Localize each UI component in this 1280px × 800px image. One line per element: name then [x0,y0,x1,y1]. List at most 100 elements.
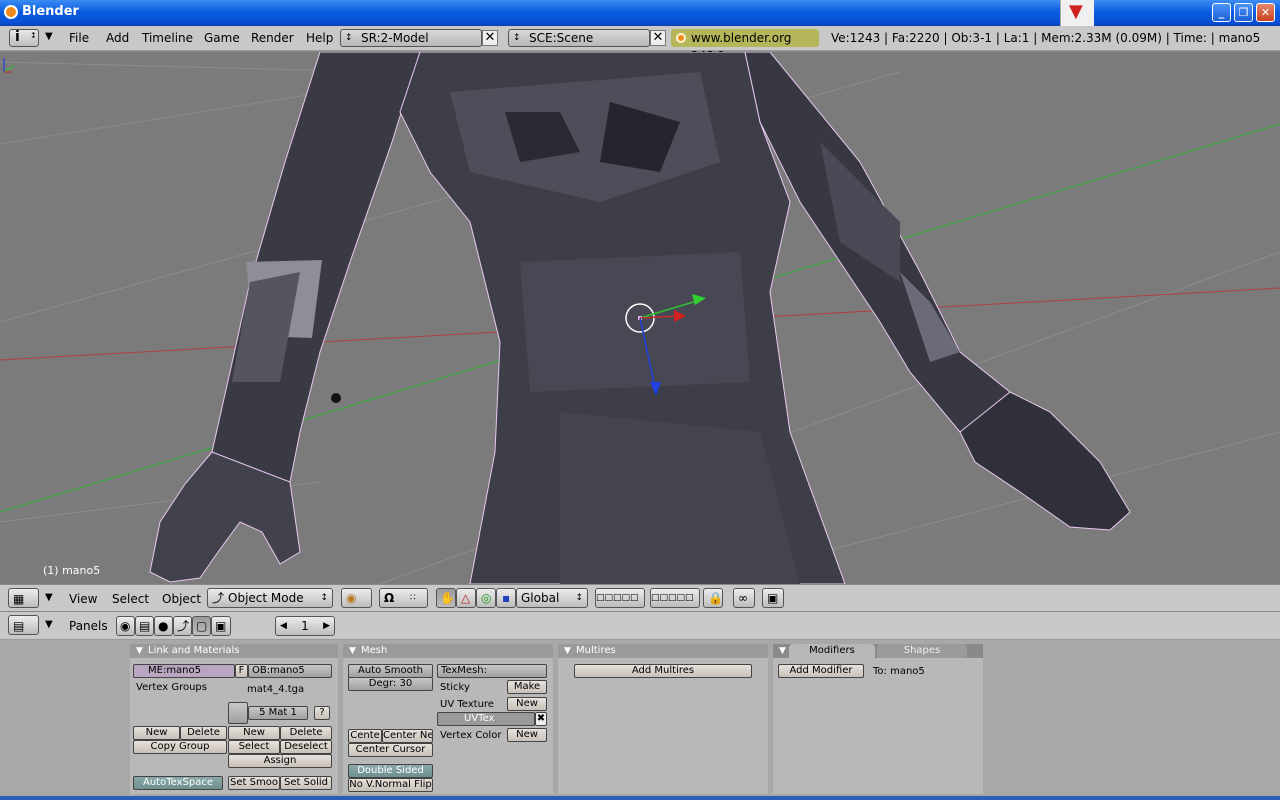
script-context-button[interactable]: ▤ [135,616,154,636]
translate-manipulator-button[interactable]: △ [456,588,476,608]
multires-panel: ▼ Multires Add Multires [558,644,768,794]
center-cursor-button[interactable]: Center Cursor [348,743,433,757]
collapse-menu-triangle-icon[interactable]: ▼ [45,592,53,603]
material-help-button[interactable]: ? [314,706,330,720]
axis-orientation-icon [3,58,15,73]
object-context-button[interactable]: ⤴ [173,616,192,636]
autotexspace-toggle[interactable]: AutoTexSpace [133,776,223,790]
material-color-swatch[interactable] [228,702,248,724]
menu-object[interactable]: Object [162,592,201,606]
sticky-label: Sticky [440,682,470,693]
minimize-button[interactable]: _ [1212,3,1231,22]
updown-arrows-icon: ↕ [345,33,353,43]
delete-screen-button[interactable]: ✕ [482,30,498,46]
uvtex-delete-button[interactable]: ✖ [535,712,547,726]
menu-select[interactable]: Select [112,592,149,606]
collapse-triangle-icon: ▼ [779,646,786,656]
object-name-field[interactable]: OB:mano5 [248,664,332,678]
menu-render[interactable]: Render [251,31,294,45]
menu-file[interactable]: File [69,31,89,45]
delete-scene-button[interactable]: ✕ [650,30,666,46]
layer-buttons-group-1[interactable]: □□□□□ [595,588,645,608]
uvtex-layer[interactable]: UVTex [437,712,535,726]
triangle-icon: △ [461,591,471,605]
material-delete-button[interactable]: Delete [280,726,332,740]
active-object-label: (1) mano5 [43,564,101,577]
material-assign-button[interactable]: Assign [228,754,332,768]
copy-group-button[interactable]: Copy Group [133,740,227,754]
add-modifier-button[interactable]: Add Modifier [778,664,864,678]
pivot-selector[interactable]: Ω ∷ [379,588,428,608]
mesh-datablock-field[interactable]: ME:mano5 [133,664,235,678]
orientation-selector[interactable]: Global ↕ [516,588,588,608]
scene-selector[interactable]: ↕ SCE:Scene [508,29,650,47]
tab-modifiers[interactable]: Modifiers [789,644,875,658]
menu-help[interactable]: Help [306,31,333,45]
vertex-color-new-button[interactable]: New [507,728,547,742]
material-index-field[interactable]: 5 Mat 1 [248,706,308,720]
restore-button[interactable]: ❐ [1234,3,1253,22]
sticky-make-button[interactable]: Make [507,680,547,694]
auto-smooth-toggle[interactable]: Auto Smooth [348,664,433,678]
frame-number-field[interactable]: ◀ 1 ▶ [275,616,335,636]
3d-view-header: ▦ ▼ View Select Object ⤴ Object Mode ↕ ◉… [0,584,1280,612]
editor-type-buttons-button[interactable]: ▤ [8,615,39,635]
material-new-button[interactable]: New [228,726,280,740]
no-vnormal-flip-toggle[interactable]: No V.Normal Flip [348,778,433,792]
editor-type-info-button[interactable]: i ↕ [9,29,39,47]
version-label[interactable]: www.blender.org 248.1 [671,29,819,63]
multires-panel-header[interactable]: ▼ Multires [558,644,768,658]
vertex-groups-label: Vertex Groups [136,682,207,693]
menu-add[interactable]: Add [106,31,129,45]
menu-timeline[interactable]: Timeline [142,31,193,45]
set-solid-button[interactable]: Set Solid [280,776,332,790]
3d-viewport[interactable]: (1) mano5 [0,52,1280,584]
uv-texture-new-button[interactable]: New [507,697,547,711]
collapse-menu-triangle-icon[interactable]: ▼ [45,619,53,630]
center-new-button[interactable]: Center Ne [382,729,433,743]
logic-context-button[interactable]: ◉ [116,616,135,636]
manipulator-toggle[interactable]: ✋ [436,588,456,608]
scene-context-button[interactable]: ▣ [211,616,231,636]
mode-selector-value: Object Mode [228,591,304,605]
square-icon: ▪ [502,591,511,605]
render-preview-button[interactable]: ∞ [733,588,755,608]
collapse-menu-triangle-icon[interactable]: ▼ [45,31,53,42]
lock-layers-button[interactable]: 🔒 [703,588,723,608]
add-multires-button[interactable]: Add Multires [574,664,752,678]
tray-app-icon[interactable]: ▼ [1060,0,1094,26]
close-button[interactable]: ✕ [1256,3,1275,22]
texture-name-label: mat4_4.tga [247,684,305,695]
shading-context-button[interactable]: ● [154,616,173,636]
link-materials-panel-header[interactable]: ▼ Link and Materials [130,644,338,658]
render-image-button[interactable]: ▣ [762,588,784,608]
scale-manipulator-button[interactable]: ▪ [496,588,516,608]
layer-buttons-group-2[interactable]: □□□□□ [650,588,700,608]
texmesh-field[interactable]: TexMesh: [437,664,547,678]
draw-type-selector[interactable]: ◉ [341,588,372,608]
menu-view[interactable]: View [69,592,97,606]
vertex-group-delete-button[interactable]: Delete [180,726,227,740]
editor-type-3dview-button[interactable]: ▦ [8,588,39,608]
set-smooth-button[interactable]: Set Smoo [228,776,280,790]
material-deselect-button[interactable]: Deselect [280,740,332,754]
collapse-triangle-icon: ▼ [349,646,356,656]
blender-logo-icon [676,33,686,43]
fake-user-button[interactable]: F [235,664,248,678]
mesh-panel-header[interactable]: ▼ Mesh [343,644,553,658]
lamp-object[interactable] [331,393,341,403]
menu-game[interactable]: Game [204,31,240,45]
material-select-button[interactable]: Select [228,740,280,754]
center-button[interactable]: Cente [348,729,382,743]
mode-selector[interactable]: ⤴ Object Mode ↕ [207,588,333,608]
tab-shapes[interactable]: Shapes [877,644,967,658]
panels-label[interactable]: Panels [69,619,108,633]
rotate-manipulator-button[interactable]: ◎ [476,588,496,608]
double-sided-toggle[interactable]: Double Sided [348,764,433,778]
editing-context-button[interactable]: ▢ [192,616,211,636]
screen-selector[interactable]: ↕ SR:2-Model [340,29,482,47]
left-arrow-icon: ◀ [280,621,287,631]
auto-smooth-degree-field[interactable]: Degr: 30 [348,677,433,691]
close-x-icon: ✖ [536,713,546,724]
vertex-group-new-button[interactable]: New [133,726,180,740]
